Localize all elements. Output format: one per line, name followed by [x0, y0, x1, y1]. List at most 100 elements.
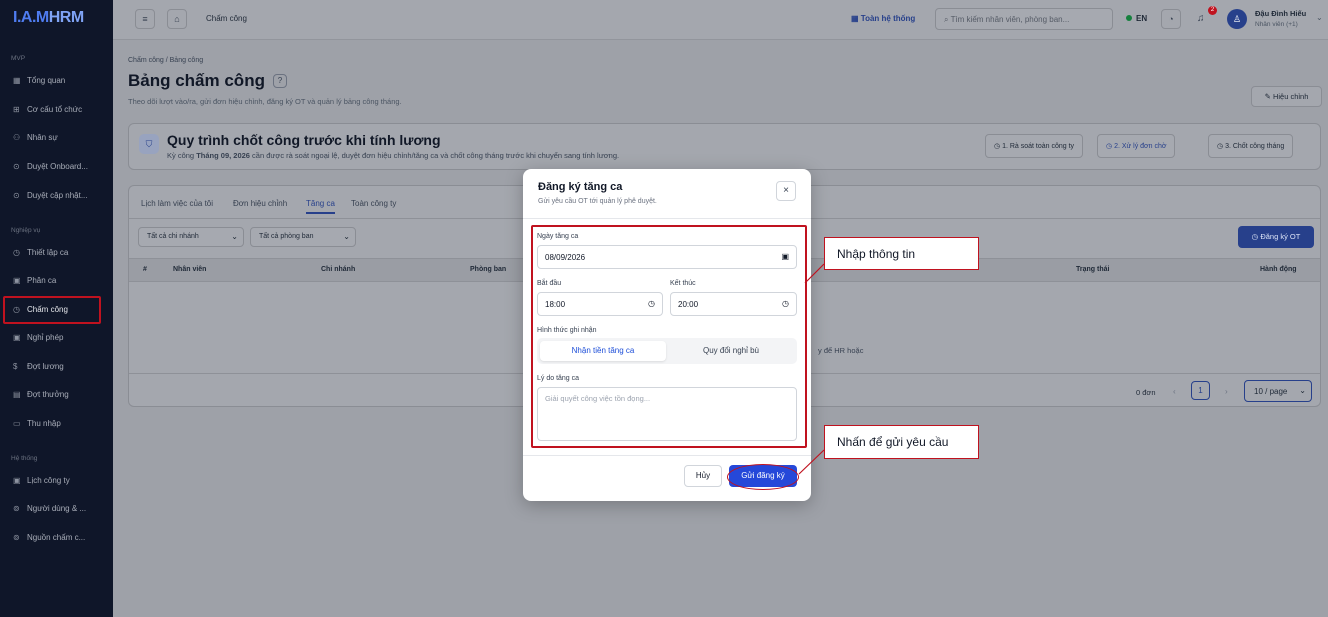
- calendar-icon: ▣: [13, 276, 21, 285]
- clock-icon: ◷: [1217, 143, 1226, 150]
- prev-page-icon[interactable]: ‹: [1173, 387, 1176, 396]
- register-ot-button[interactable]: ◷ Đăng ký OT: [1238, 226, 1314, 248]
- menu-toggle-button[interactable]: ≡: [135, 9, 155, 29]
- fingerprint-icon: ⊚: [13, 533, 20, 542]
- breadcrumb: Chấm công / Bảng công: [128, 57, 204, 64]
- users-icon: ⚇: [13, 133, 21, 142]
- sidebar-item-leave[interactable]: ▣ Nghỉ phép: [13, 333, 63, 342]
- language-switch[interactable]: EN: [1126, 14, 1147, 23]
- user-icon: ♙: [1232, 13, 1242, 24]
- edit-button[interactable]: ✎ Hiệu chỉnh: [1251, 86, 1322, 107]
- dialog-subtitle: Gửi yêu cầu OT tới quản lý phê duyệt.: [538, 198, 657, 205]
- sidebar-item-staff[interactable]: ⚇ Nhân sự: [13, 133, 58, 142]
- shield-icon: ⛉: [139, 134, 159, 154]
- notification-badge: 2: [1208, 6, 1217, 15]
- dialog-footer-divider: [523, 455, 811, 456]
- dialog-divider: [523, 218, 811, 219]
- process-card: ⛉ Quy trình chốt công trước khi tính lươ…: [128, 123, 1321, 170]
- sidebar-item-shift-setup[interactable]: ◷ Thiết lập ca: [13, 248, 68, 257]
- sidebar-item-calendar[interactable]: ▣ Lịch công ty: [13, 476, 70, 485]
- process-subtitle: Kỳ công Tháng 09, 2026 cần được rà soát …: [167, 151, 620, 160]
- building-icon: ▦: [851, 14, 861, 23]
- pencil-icon: ✎: [1264, 92, 1273, 101]
- page-subtitle: Theo dõi lượt vào/ra, gửi đơn hiệu chỉnh…: [128, 97, 402, 106]
- clock-icon: ◷: [13, 248, 20, 257]
- tab-overtime[interactable]: Tăng ca: [306, 199, 335, 214]
- col-branch: Chi nhánh: [321, 266, 356, 273]
- section-label: Hệ thống: [11, 455, 38, 462]
- dollar-icon: $: [13, 362, 18, 371]
- status-dot: [1126, 15, 1132, 21]
- clock-icon: ◷: [994, 143, 1003, 150]
- user-name: Đậu Đình Hiếu: [1255, 9, 1307, 18]
- step-close[interactable]: ◷ 3. Chốt công tháng: [1208, 134, 1294, 158]
- calendar-icon: ▣: [13, 333, 21, 342]
- check-icon: ⊙: [13, 162, 20, 171]
- col-actions: Hành động: [1260, 266, 1297, 273]
- home-button[interactable]: ⌂: [167, 9, 187, 29]
- org-icon: ⊞: [13, 105, 20, 114]
- sidebar-item-payroll[interactable]: $ Đợt lương: [13, 362, 64, 371]
- step-pending[interactable]: ◷ 2. Xử lý đơn chờ: [1097, 134, 1176, 158]
- section-label: Nghiệp vụ: [11, 227, 41, 234]
- callout-enter-info: Nhập thông tin: [824, 237, 979, 270]
- chevron-down-icon: ⌄: [231, 232, 238, 241]
- section-label: MVP: [11, 55, 26, 62]
- sidebar-item-income[interactable]: ▭ Thu nhập: [13, 419, 61, 428]
- page-title: Bảng chấm công: [128, 71, 265, 90]
- moon-icon: ◔: [1168, 14, 1174, 24]
- avatar[interactable]: ♙: [1227, 9, 1247, 29]
- dept-filter[interactable]: Tất cả phòng ban ⌄: [250, 227, 356, 247]
- sidebar-item-source[interactable]: ⊚ Nguồn chấm c...: [13, 533, 85, 542]
- tab-my-schedule[interactable]: Lịch làm việc của tôi: [141, 199, 213, 208]
- annotation-form-box: [531, 225, 807, 448]
- shield-icon: ⊚: [13, 504, 20, 513]
- theme-toggle-button[interactable]: ◔: [1161, 9, 1181, 29]
- page-size-select[interactable]: 10 / page ⌄: [1244, 380, 1312, 402]
- sidebar-item-shift[interactable]: ▣ Phân ca: [13, 276, 56, 285]
- sidebar-item-onboard[interactable]: ⊙ Duyệt Onboard...: [13, 162, 88, 171]
- app-logo[interactable]: I.A.MHRM: [13, 9, 84, 27]
- close-icon: ×: [783, 185, 789, 196]
- home-icon: ⌂: [174, 14, 180, 24]
- system-scope-link[interactable]: ▦ Toàn hệ thống: [851, 14, 915, 23]
- chevron-down-icon: ⌄: [1299, 386, 1306, 395]
- empty-state-text: y để HR hoặc: [818, 346, 864, 355]
- annotation-submit-ellipse: [727, 464, 799, 490]
- total-count: 0 đơn: [1136, 388, 1156, 397]
- bell-icon[interactable]: ♫: [1197, 13, 1205, 24]
- col-index: #: [143, 266, 147, 273]
- cancel-button[interactable]: Hủy: [684, 465, 722, 487]
- callout-submit: Nhấn để gửi yêu cầu: [824, 425, 979, 459]
- gift-icon: ▤: [13, 390, 21, 399]
- check-icon: ⊙: [13, 191, 20, 200]
- dashboard-icon: ▦: [13, 76, 21, 85]
- sidebar-item-users[interactable]: ⊚ Người dùng & ...: [13, 504, 86, 513]
- annotation-highlight-sidebar: [3, 296, 101, 324]
- help-icon[interactable]: ?: [273, 74, 287, 88]
- page-number[interactable]: 1: [1191, 381, 1210, 400]
- next-page-icon[interactable]: ›: [1225, 387, 1228, 396]
- search-input[interactable]: ⌕ Tìm kiếm nhân viên, phòng ban...: [935, 8, 1113, 30]
- sidebar-item-bonus[interactable]: ▤ Đợt thưởng: [13, 390, 69, 399]
- col-employee: Nhân viên: [173, 266, 207, 273]
- process-title: Quy trình chốt công trước khi tính lương: [167, 132, 441, 148]
- calendar-icon: ▣: [13, 476, 21, 485]
- chevron-down-icon: ⌄: [343, 232, 350, 241]
- close-button[interactable]: ×: [776, 181, 796, 201]
- sidebar-item-update[interactable]: ⊙ Duyệt cập nhật...: [13, 191, 87, 200]
- col-dept: Phòng ban: [470, 266, 507, 273]
- dialog-title: Đăng ký tăng ca: [538, 181, 623, 193]
- clock-icon: ◷: [1106, 143, 1115, 150]
- chevron-down-icon[interactable]: ⌄: [1316, 13, 1323, 22]
- menu-icon: ≡: [142, 14, 148, 24]
- top-bar: ≡ ⌂ Chấm công ▦ Toàn hệ thống ⌕ Tìm kiếm…: [113, 0, 1328, 40]
- step-review[interactable]: ◷ 1. Rà soát toàn công ty: [985, 134, 1084, 158]
- col-status: Trạng thái: [1076, 266, 1110, 273]
- wallet-icon: ▭: [13, 419, 21, 428]
- tab-company[interactable]: Toàn công ty: [351, 199, 396, 208]
- sidebar-item-org[interactable]: ⊞ Cơ cấu tổ chức: [13, 105, 82, 114]
- sidebar-item-overview[interactable]: ▦ Tổng quan: [13, 76, 65, 85]
- branch-filter[interactable]: Tất cả chi nhánh ⌄: [138, 227, 244, 247]
- tab-corrections[interactable]: Đơn hiệu chỉnh: [233, 199, 287, 208]
